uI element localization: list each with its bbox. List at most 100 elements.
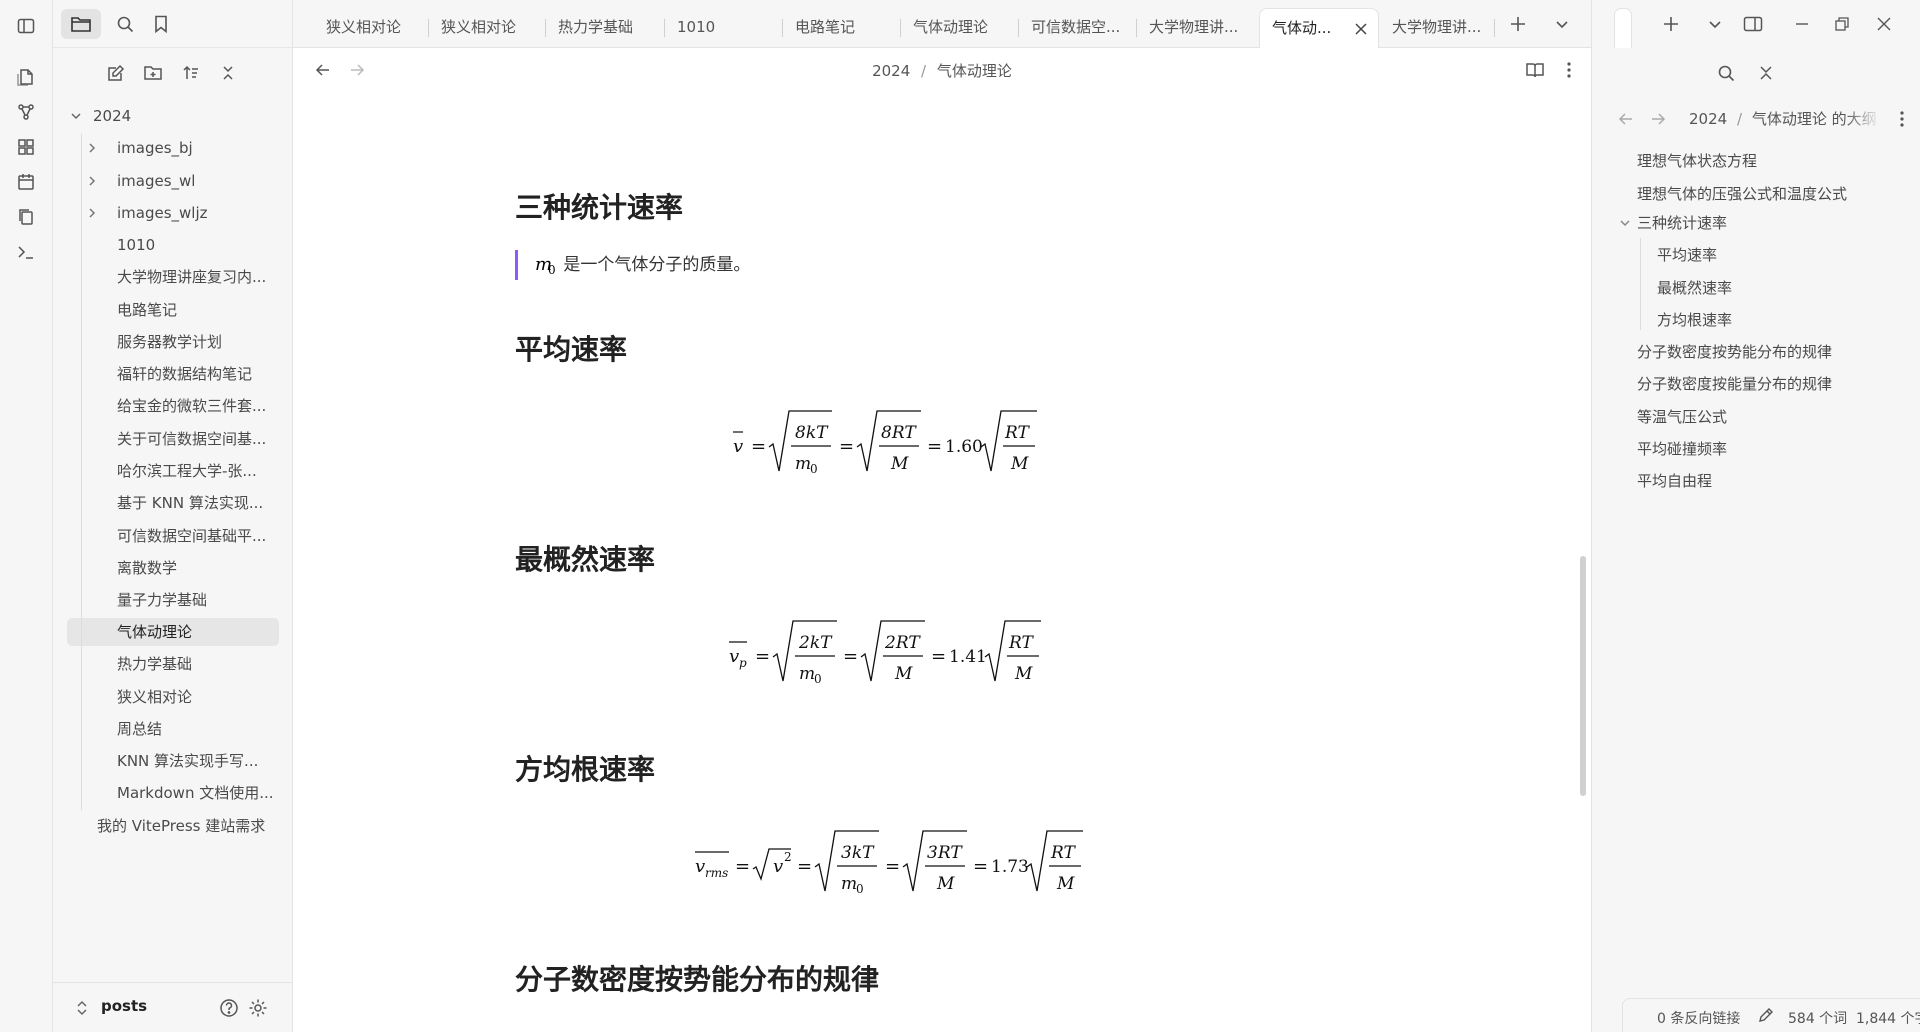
tree-file[interactable]: 基于 KNN 算法实现... [117, 489, 277, 517]
outline-item-expanded[interactable]: 三种统计速率 [1637, 210, 1727, 236]
tree-file[interactable]: 关于可信数据空间基... [117, 425, 277, 453]
tree-file[interactable]: 量子力学基础 [117, 586, 277, 614]
vault-name[interactable]: posts [101, 997, 147, 1015]
book-icon[interactable] [1521, 56, 1549, 84]
outline-item[interactable]: 分子数密度按势能分布的规律 [1637, 339, 1832, 365]
bookmark-icon[interactable] [141, 9, 181, 39]
search-icon[interactable] [1711, 59, 1741, 87]
collapse-icon[interactable] [214, 59, 242, 87]
editor-scrollbar[interactable] [1580, 556, 1586, 796]
tab[interactable]: 大学物理讲... [1137, 8, 1252, 48]
tab[interactable]: 狭义相对论 [314, 8, 429, 48]
outline-breadcrumb-folder[interactable]: 2024 [1689, 110, 1727, 128]
outline-item[interactable]: 平均碰撞频率 [1637, 436, 1727, 462]
outline-item[interactable]: 方均根速率 [1657, 307, 1732, 333]
tree-folder[interactable]: images_wljz [117, 199, 277, 227]
blockquote-text: 是一个气体分子的质量。 [563, 255, 751, 275]
outline-item[interactable]: 最概然速率 [1657, 275, 1732, 301]
svg-text:1.41: 1.41 [949, 647, 987, 667]
tab[interactable]: 1010 [665, 8, 783, 48]
tree-folder-2024[interactable]: 2024 [93, 102, 273, 130]
tab[interactable]: 气体动理论 [901, 8, 1019, 48]
outline-item[interactable]: 理想气体的压强公式和温度公式 [1637, 181, 1847, 207]
tree-file[interactable]: 服务器教学计划 [117, 328, 277, 356]
files-icon[interactable] [12, 63, 40, 91]
svg-text:M: M [1056, 874, 1075, 894]
more-icon[interactable] [1888, 106, 1916, 132]
tree-file[interactable]: 热力学基础 [117, 650, 277, 678]
restore-icon[interactable] [1826, 9, 1858, 39]
close-icon[interactable] [1868, 9, 1900, 39]
tree-file-selected[interactable]: 气体动理论 [67, 618, 279, 646]
tree-file[interactable]: Markdown 文档使用... [117, 779, 277, 807]
collapse-icon[interactable] [1751, 59, 1781, 87]
status-backlinks[interactable]: 0 条反向链接 [1657, 1008, 1740, 1028]
templates-icon[interactable] [12, 203, 40, 231]
graph-icon[interactable] [12, 98, 40, 126]
tab-active[interactable]: 气体动... [1259, 8, 1379, 48]
plus-icon[interactable] [1503, 9, 1533, 39]
more-icon[interactable] [1555, 56, 1583, 84]
folder-icon[interactable] [61, 9, 101, 39]
tab-label: 狭义相对论 [441, 18, 517, 36]
tab[interactable]: 狭义相对论 [429, 8, 546, 48]
arrow-left-icon[interactable] [1612, 106, 1640, 132]
sidebar-toggle-icon[interactable] [12, 12, 40, 40]
close-icon[interactable] [1352, 20, 1370, 38]
tree-file[interactable]: 电路笔记 [117, 296, 277, 324]
tab[interactable]: 可信数据空... [1019, 8, 1137, 48]
svg-text:m: m [799, 664, 815, 684]
outline-item[interactable]: 平均速率 [1657, 242, 1717, 268]
tree-file[interactable]: 狭义相对论 [117, 683, 277, 711]
canvas-icon[interactable] [12, 133, 40, 161]
split-icon[interactable] [1737, 9, 1769, 39]
tree-file[interactable]: 给宝金的微软三件套... [117, 392, 277, 420]
outline-item[interactable]: 理想气体状态方程 [1637, 148, 1757, 174]
help-icon[interactable] [216, 995, 242, 1021]
tab[interactable]: 电路笔记 [783, 8, 901, 48]
chevron-down-icon[interactable] [69, 102, 83, 130]
tree-folder[interactable]: images_wl [117, 167, 277, 195]
breadcrumb-file[interactable]: 气体动理论 [937, 62, 1012, 80]
tree-file[interactable]: 我的 VitePress 建站需求 [97, 812, 287, 840]
tree-file[interactable]: 哈尔滨工程大学-张... [117, 457, 277, 485]
settings-icon[interactable] [245, 995, 271, 1021]
right-sidebar-tab[interactable] [1614, 8, 1632, 48]
blockquote: m 0 是一个气体分子的质量。 [515, 250, 750, 280]
svg-text:=: = [839, 436, 854, 457]
search-icon[interactable] [105, 9, 145, 39]
tree-file[interactable]: 周总结 [117, 715, 277, 743]
minimize-icon[interactable] [1786, 9, 1818, 39]
svg-text:M: M [936, 874, 955, 894]
tree-file[interactable]: 离散数学 [117, 554, 277, 582]
new-note-icon[interactable] [102, 59, 130, 87]
tree-file[interactable]: 1010 [117, 231, 277, 259]
arrow-right-icon[interactable] [1644, 106, 1672, 132]
outline-item[interactable]: 平均自由程 [1637, 468, 1712, 494]
new-folder-icon[interactable] [139, 59, 167, 87]
heading-most-probable-speed: 最概然速率 [515, 543, 656, 576]
tab[interactable]: 热力学基础 [546, 8, 665, 48]
tree-file[interactable]: 福轩的数据结构笔记 [117, 360, 277, 388]
ribbon [0, 0, 53, 1032]
chevron-down-icon[interactable] [1618, 210, 1632, 236]
chevron-right-icon[interactable] [85, 167, 99, 195]
tree-folder[interactable]: images_bj [117, 134, 277, 162]
chevron-down-icon[interactable] [1699, 9, 1731, 39]
chevron-right-icon[interactable] [85, 134, 99, 162]
outline-item[interactable]: 等温气压公式 [1637, 404, 1727, 430]
chevron-down-icon[interactable] [1547, 9, 1577, 39]
chevron-right-icon[interactable] [85, 199, 99, 227]
outline-item[interactable]: 分子数密度按能量分布的规律 [1637, 371, 1832, 397]
tab[interactable]: 大学物理讲... [1380, 8, 1495, 48]
tree-file[interactable]: 大学物理讲座复习内... [117, 263, 277, 291]
tree-file[interactable]: KNN 算法实现手写... [117, 747, 277, 775]
tree-file[interactable]: 可信数据空间基础平... [117, 522, 277, 550]
pencil-icon[interactable] [1758, 1007, 1774, 1027]
breadcrumb-folder[interactable]: 2024 [872, 62, 910, 80]
calendar-icon[interactable] [12, 168, 40, 196]
sort-icon[interactable] [177, 59, 205, 87]
vault-switch-icon[interactable] [69, 995, 95, 1021]
plus-icon[interactable] [1655, 9, 1687, 39]
terminal-icon[interactable] [12, 238, 40, 266]
